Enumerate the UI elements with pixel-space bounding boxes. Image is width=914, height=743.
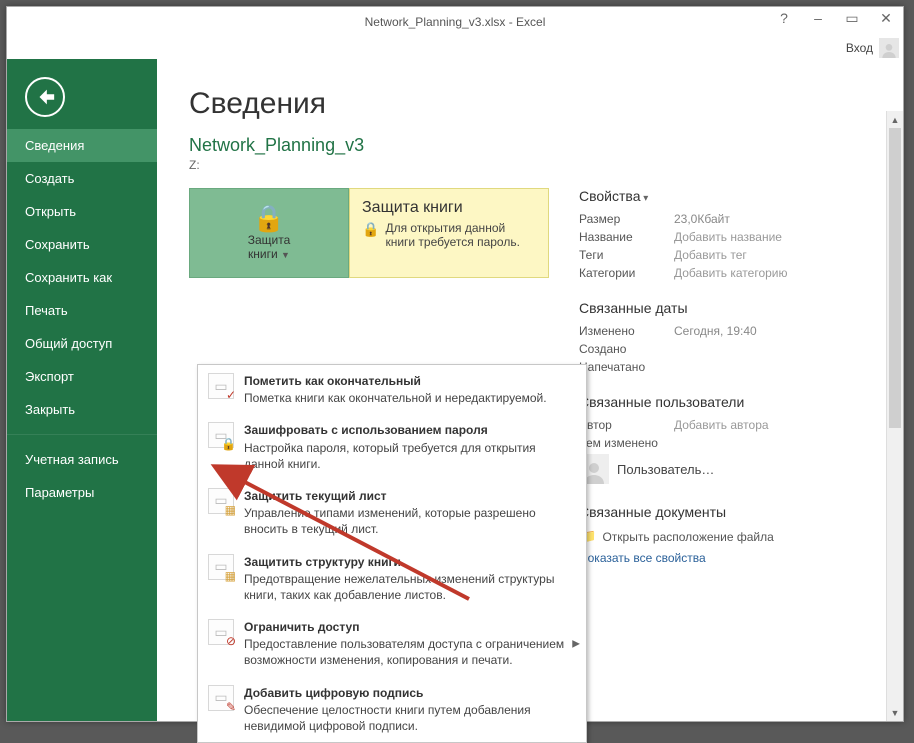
protect-menu-item-4[interactable]: ▭⊘ Ограничить доступ Предоставление пользо…	[198, 611, 586, 677]
protect-panel-title: Защита книги	[362, 199, 536, 217]
properties-header[interactable]: Свойства	[579, 188, 859, 204]
protect-workbook-button[interactable]: 🔒 Защита книги ▼	[189, 188, 349, 278]
close-button[interactable]: ✕	[869, 7, 903, 29]
sidebar-item-0[interactable]: Сведения	[7, 129, 157, 162]
menu-item-icon: ▭✓	[208, 373, 234, 399]
open-file-location[interactable]: 📁 Открыть расположение файла	[579, 528, 859, 545]
protect-menu-item-0[interactable]: ▭✓ Пометить как окончательный Пометка книг…	[198, 365, 586, 414]
menu-item-desc: Предоставление пользователям доступа с о…	[244, 637, 564, 667]
sidebar-item-7[interactable]: Экспорт	[7, 360, 157, 393]
menu-item-title: Пометить как окончательный	[244, 373, 547, 389]
scroll-thumb[interactable]	[889, 128, 901, 428]
signin-row: Вход	[7, 37, 903, 59]
property-row: Размер23,0Кбайт	[579, 212, 859, 226]
menu-item-icon: ▭🔒	[208, 422, 234, 448]
protect-workbook-menu: ▭✓ Пометить как окончательный Пометка книг…	[197, 364, 587, 743]
protect-menu-item-2[interactable]: ▭▦ Защитить текущий лист Управление типами…	[198, 480, 586, 546]
excel-backstage-window: Network_Planning_v3.xlsx - Excel ? – ▭ ✕…	[6, 6, 904, 722]
menu-item-title: Зашифровать с использованием пароля	[244, 422, 576, 438]
menu-item-desc: Обеспечение целостности книги путем доба…	[244, 703, 531, 733]
arrow-left-icon	[34, 86, 56, 108]
show-all-properties-link[interactable]: Показать все свойства	[579, 551, 859, 565]
property-value[interactable]: Добавить тег	[674, 248, 747, 262]
sidebar-item-3[interactable]: Сохранить	[7, 228, 157, 261]
property-value: 23,0Кбайт	[674, 212, 730, 226]
date-key: Изменено	[579, 324, 674, 338]
menu-item-title: Защитить текущий лист	[244, 488, 576, 504]
property-row: ТегиДобавить тег	[579, 248, 859, 262]
minimize-button[interactable]: –	[801, 7, 835, 29]
sidebar-item-1[interactable]: Создать	[7, 162, 157, 195]
menu-item-desc: Предотвращение нежелательных изменений с…	[244, 572, 554, 602]
protect-panel-text: Для открытия данной книги требуется паро…	[385, 221, 536, 249]
date-key: Создано	[579, 342, 674, 356]
property-key: Категории	[579, 266, 674, 280]
sidebar-divider	[7, 434, 157, 435]
file-path: Z:	[189, 158, 883, 172]
sidebar-item-6[interactable]: Общий доступ	[7, 327, 157, 360]
property-row: КатегорииДобавить категорию	[579, 266, 859, 280]
menu-item-title: Защитить структуру книги	[244, 554, 576, 570]
user-key: Автор	[579, 418, 674, 432]
scroll-down-icon[interactable]: ▼	[887, 704, 903, 721]
user-row: АвторДобавить автора	[579, 418, 859, 432]
menu-item-title: Ограничить доступ	[244, 619, 576, 635]
user-avatar-icon[interactable]	[879, 38, 899, 58]
menu-item-desc: Управление типами изменений, которые раз…	[244, 506, 536, 536]
menu-item-title: Добавить цифровую подпись	[244, 685, 576, 701]
related-docs-header: Связанные документы	[579, 504, 859, 520]
sidebar-item2-0[interactable]: Учетная запись	[7, 443, 157, 476]
date-row: Напечатано	[579, 360, 859, 374]
user-key: Кем изменено	[579, 436, 674, 450]
back-button[interactable]	[25, 77, 65, 117]
chevron-down-icon: ▼	[281, 250, 290, 260]
property-key: Теги	[579, 248, 674, 262]
sidebar-item-8[interactable]: Закрыть	[7, 393, 157, 426]
protect-menu-item-1[interactable]: ▭🔒 Зашифровать с использованием пароля Нас…	[198, 414, 586, 480]
date-value: Сегодня, 19:40	[674, 324, 757, 338]
user-row: Кем изменено	[579, 436, 859, 450]
help-button[interactable]: ?	[767, 7, 801, 29]
menu-item-icon: ▭▦	[208, 554, 234, 580]
last-modified-by-name: Пользователь…	[617, 462, 714, 477]
protect-info-panel: Защита книги 🔒 Для открытия данной книги…	[349, 188, 549, 278]
lock-icon: 🔒	[253, 205, 285, 231]
lock-small-icon: 🔒	[362, 221, 379, 238]
date-row: ИзмененоСегодня, 19:40	[579, 324, 859, 338]
sidebar-item-2[interactable]: Открыть	[7, 195, 157, 228]
sidebar-item-5[interactable]: Печать	[7, 294, 157, 327]
titlebar: Network_Planning_v3.xlsx - Excel ? – ▭ ✕	[7, 7, 903, 37]
last-modified-by-row: Пользователь…	[579, 454, 859, 484]
property-value[interactable]: Добавить название	[674, 230, 782, 244]
menu-item-icon: ▭✎	[208, 685, 234, 711]
menu-item-icon: ▭▦	[208, 488, 234, 514]
dates-header: Связанные даты	[579, 300, 859, 316]
file-name: Network_Planning_v3	[189, 135, 883, 156]
property-row: НазваниеДобавить название	[579, 230, 859, 244]
user-value[interactable]: Добавить автора	[674, 418, 769, 432]
scroll-up-icon[interactable]: ▲	[887, 111, 903, 128]
sidebar-item2-1[interactable]: Параметры	[7, 476, 157, 509]
restore-button[interactable]: ▭	[835, 7, 869, 29]
signin-link[interactable]: Вход	[846, 41, 873, 55]
menu-item-desc: Пометка книги как окончательной и нереда…	[244, 391, 547, 405]
menu-item-desc: Настройка пароля, который требуется для …	[244, 441, 536, 471]
menu-item-icon: ▭⊘	[208, 619, 234, 645]
properties-pane: Свойства Размер23,0КбайтНазваниеДобавить…	[579, 188, 859, 585]
date-key: Напечатано	[579, 360, 674, 374]
users-header: Связанные пользователи	[579, 394, 859, 410]
property-key: Название	[579, 230, 674, 244]
backstage-sidebar: СведенияСоздатьОткрытьСохранитьСохранить…	[7, 59, 157, 721]
vertical-scrollbar[interactable]: ▲ ▼	[886, 111, 903, 721]
date-row: Создано	[579, 342, 859, 356]
chevron-right-icon: ▶	[572, 637, 580, 651]
protect-menu-item-5[interactable]: ▭✎ Добавить цифровую подпись Обеспечение ц…	[198, 677, 586, 743]
property-key: Размер	[579, 212, 674, 226]
property-value[interactable]: Добавить категорию	[674, 266, 788, 280]
protect-menu-item-3[interactable]: ▭▦ Защитить структуру книги Предотвращение…	[198, 546, 586, 612]
sidebar-item-4[interactable]: Сохранить как	[7, 261, 157, 294]
page-title: Сведения	[189, 87, 883, 121]
